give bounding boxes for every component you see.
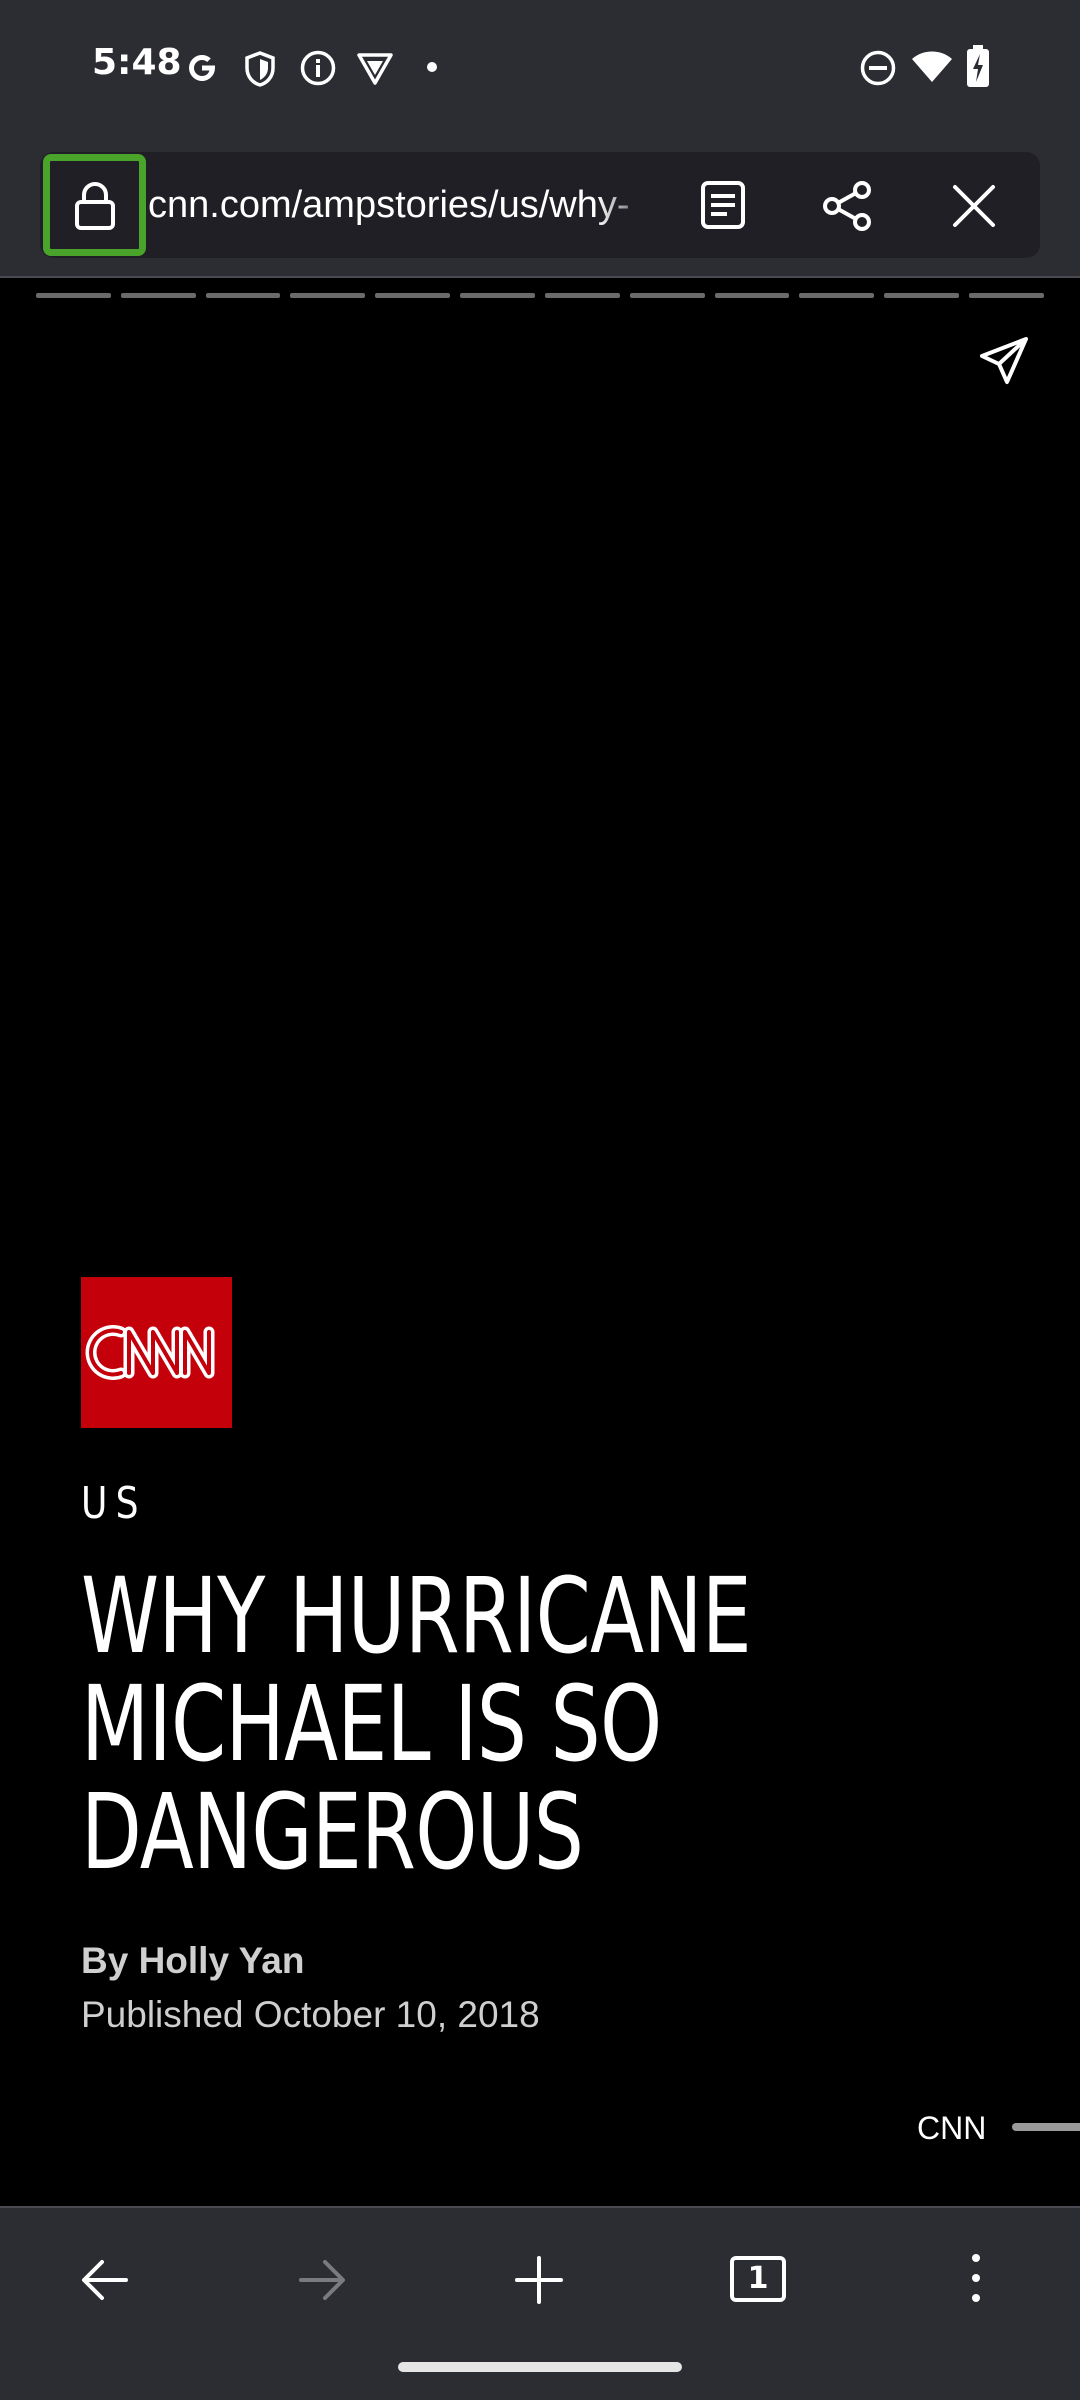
reader-mode-icon[interactable] [700,180,746,230]
battery-charging-icon [967,45,989,87]
progress-segment [799,293,875,298]
story-section: US [81,1478,147,1529]
new-tab-icon[interactable] [515,2256,563,2304]
url-text[interactable]: cnn.com/ampstories/us/why- [148,180,658,230]
lock-icon [75,182,115,230]
attribution-bar [1012,2123,1080,2131]
share-icon[interactable] [822,180,874,232]
progress-segment [544,293,620,298]
vpn-icon [357,53,393,85]
forward-icon[interactable] [297,2258,347,2302]
info-icon [300,50,336,86]
progress-segment [884,293,960,298]
progress-segment [205,293,281,298]
story-attribution[interactable]: CNN [917,2110,986,2147]
browser-toolbar: cnn.com/ampstories/us/why- [0,138,1080,278]
progress-segment [120,293,196,298]
notification-dot-icon [427,62,437,72]
headline-line: DANGEROUS [81,1771,584,1893]
tab-count: 1 [747,2261,769,2296]
progress-segment [714,293,790,298]
progress-segment [375,293,451,298]
progress-segment [36,293,111,298]
home-indicator[interactable] [398,2362,682,2372]
cnn-logo [81,1277,232,1428]
story-progress [36,293,1044,299]
story-published-date: Published October 10, 2018 [81,1994,540,2035]
close-icon[interactable] [952,184,996,228]
progress-segment [460,293,535,298]
progress-segment [629,293,705,298]
status-time: 5:48 [92,42,182,83]
shield-icon [245,51,275,87]
wifi-icon [912,51,952,82]
story-byline: By Holly Yan [81,1940,305,1981]
google-icon [189,54,215,81]
send-icon[interactable] [976,334,1032,390]
tab-switcher-icon[interactable]: 1 [730,2256,786,2302]
back-icon[interactable] [80,2258,130,2302]
more-menu-icon[interactable] [966,2252,986,2304]
status-bar: 5:48 [0,0,1080,138]
story-headline: WHY HURRICANE MICHAEL IS SO DANGEROUS [81,1562,765,1886]
progress-segment [969,293,1044,298]
progress-segment [290,293,366,298]
do-not-disturb-icon [860,50,896,86]
site-security-button[interactable] [43,154,146,256]
headline-line: WHY HURRICANE [81,1555,752,1677]
headline-line: MICHAEL IS SO [81,1663,662,1785]
